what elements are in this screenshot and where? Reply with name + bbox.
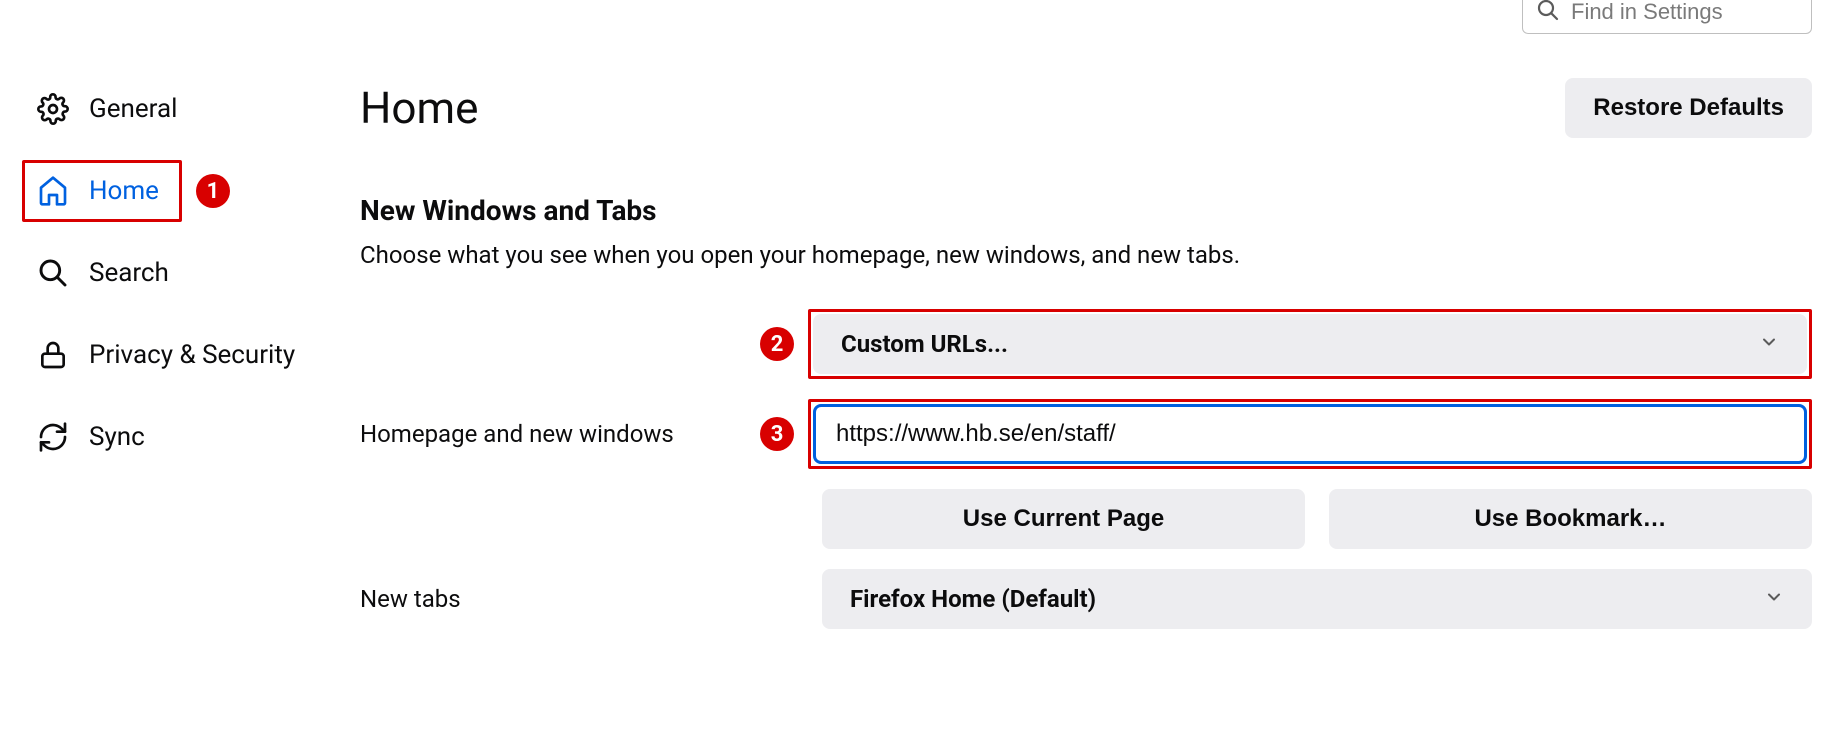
homepage-label: Homepage and new windows xyxy=(360,420,760,448)
section-description: Choose what you see when you open your h… xyxy=(360,241,1812,269)
main-content: Home Restore Defaults New Windows and Ta… xyxy=(360,0,1836,756)
settings-sidebar: General Home 1 Search Privacy & Security xyxy=(0,0,360,756)
chevron-down-icon xyxy=(1764,585,1784,613)
use-bookmark-button[interactable]: Use Bookmark… xyxy=(1329,489,1812,549)
sidebar-item-label: General xyxy=(89,94,177,124)
homepage-mode-select[interactable]: Custom URLs... xyxy=(813,314,1807,374)
sidebar-item-label: Privacy & Security xyxy=(89,340,295,370)
annotation-badge-3: 3 xyxy=(760,417,794,451)
sidebar-item-search[interactable]: Search xyxy=(22,242,192,304)
search-icon xyxy=(37,257,69,289)
annotation-badge-2: 2 xyxy=(760,327,794,361)
restore-defaults-button[interactable]: Restore Defaults xyxy=(1565,78,1812,138)
sidebar-item-label: Home xyxy=(89,176,159,206)
settings-search-input[interactable] xyxy=(1522,0,1812,34)
sidebar-item-privacy[interactable]: Privacy & Security xyxy=(22,324,318,386)
use-current-page-button[interactable]: Use Current Page xyxy=(822,489,1305,549)
annotation-badge-1: 1 xyxy=(196,174,230,208)
search-icon xyxy=(1536,0,1560,26)
homepage-url-input[interactable] xyxy=(813,404,1807,464)
sidebar-item-home[interactable]: Home xyxy=(22,160,182,222)
new-tabs-label: New tabs xyxy=(360,585,760,613)
home-icon xyxy=(37,175,69,207)
sidebar-item-sync[interactable]: Sync xyxy=(22,406,168,468)
select-value: Custom URLs... xyxy=(841,330,1008,358)
sync-icon xyxy=(37,421,69,453)
section-title: New Windows and Tabs xyxy=(360,194,1812,227)
lock-icon xyxy=(37,339,69,371)
gear-icon xyxy=(37,93,69,125)
sidebar-item-general[interactable]: General xyxy=(22,78,200,140)
sidebar-item-label: Sync xyxy=(89,422,145,452)
sidebar-item-label: Search xyxy=(89,258,169,288)
chevron-down-icon xyxy=(1759,330,1779,358)
select-value: Firefox Home (Default) xyxy=(850,585,1096,613)
new-tabs-select[interactable]: Firefox Home (Default) xyxy=(822,569,1812,629)
page-title: Home xyxy=(360,82,478,134)
